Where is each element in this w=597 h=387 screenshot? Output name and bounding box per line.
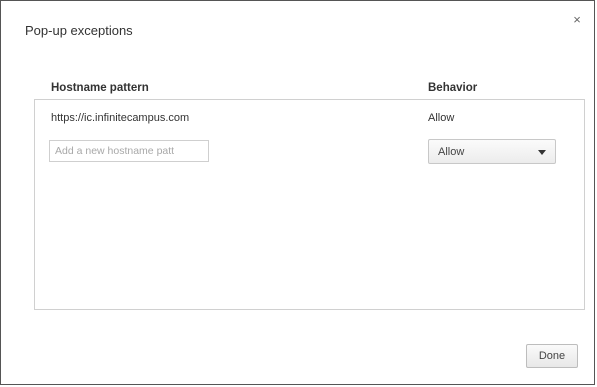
hostname-pattern-input[interactable] [49, 140, 209, 162]
exception-hostname: https://ic.infinitecampus.com [51, 112, 190, 124]
exception-row[interactable]: https://ic.infinitecampus.com Allow [35, 108, 584, 134]
close-icon[interactable]: × [571, 12, 583, 27]
dialog-title: Pop-up exceptions [25, 23, 133, 38]
exceptions-list: https://ic.infinitecampus.com Allow Allo… [34, 99, 585, 310]
popup-exceptions-dialog: Pop-up exceptions × Hostname pattern Beh… [0, 0, 595, 385]
hostname-column-header: Hostname pattern [51, 82, 149, 94]
behavior-select-value: Allow [438, 146, 465, 158]
new-exception-row: Allow [35, 138, 584, 164]
behavior-column-header: Behavior [428, 82, 478, 94]
behavior-select[interactable]: Allow [428, 139, 556, 164]
done-button[interactable]: Done [526, 344, 578, 368]
exception-behavior: Allow [428, 112, 455, 124]
chevron-down-icon [538, 150, 546, 155]
